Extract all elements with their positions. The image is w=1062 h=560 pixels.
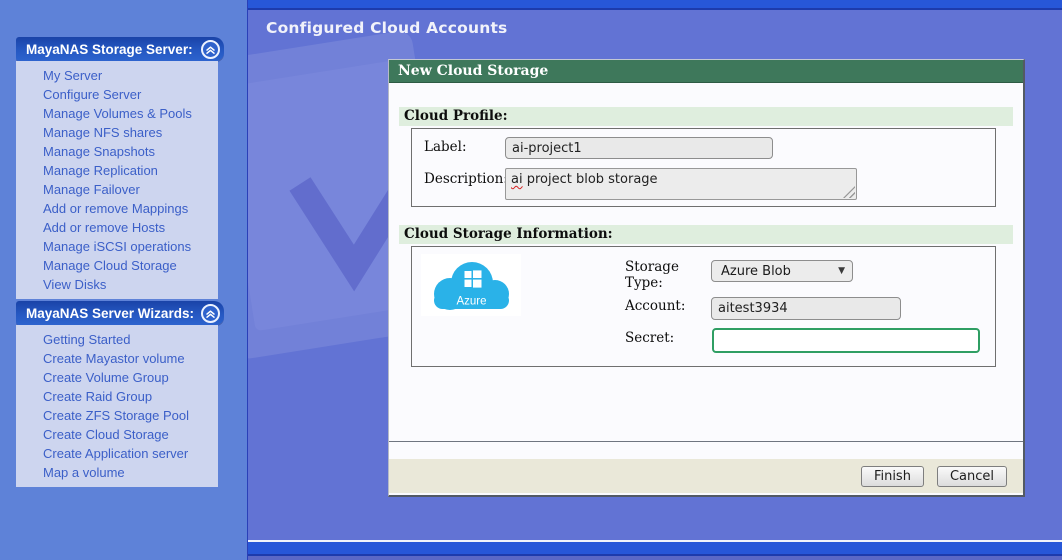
sidebar-item[interactable]: Manage Failover: [43, 180, 218, 199]
storage-type-selected-value: Azure Blob: [721, 264, 791, 279]
chevron-double-up-icon: [205, 44, 216, 55]
cancel-button[interactable]: Cancel: [937, 466, 1007, 487]
section-heading-cloud-profile: Cloud Profile:: [399, 107, 1013, 126]
secret-input[interactable]: [712, 328, 980, 353]
sidebar-item[interactable]: Manage Volumes & Pools: [43, 104, 218, 123]
sidebar-section-storage-server: MayaNAS Storage Server: My Server Config…: [16, 37, 224, 299]
dropdown-arrow-icon: ▼: [838, 266, 845, 276]
section-heading-cloud-storage-info: Cloud Storage Information:: [399, 225, 1013, 244]
azure-logo-text: Azure: [456, 296, 486, 308]
account-input[interactable]: [711, 297, 901, 320]
page-title: Configured Cloud Accounts: [266, 19, 1062, 37]
sidebar: MayaNAS Storage Server: My Server Config…: [16, 37, 224, 489]
finish-button[interactable]: Finish: [861, 466, 924, 487]
sidebar-section-header: MayaNAS Server Wizards:: [16, 301, 224, 325]
account-label: Account:: [625, 298, 685, 314]
sidebar-item[interactable]: Manage NFS shares: [43, 123, 218, 142]
storage-type-select[interactable]: Azure Blob ▼: [711, 260, 853, 282]
sidebar-item[interactable]: Manage Replication: [43, 161, 218, 180]
sidebar-item[interactable]: Create Cloud Storage: [43, 425, 218, 444]
description-field-label: Description:: [424, 171, 508, 187]
description-text-flagged: ai: [511, 172, 523, 187]
sidebar-item[interactable]: Create Application server: [43, 444, 218, 463]
sidebar-item[interactable]: Create Volume Group: [43, 368, 218, 387]
sidebar-menu: Getting Started Create Mayastor volume C…: [16, 325, 218, 487]
sidebar-section-title: MayaNAS Storage Server:: [26, 42, 193, 57]
sidebar-menu: My Server Configure Server Manage Volume…: [16, 61, 218, 299]
sidebar-item[interactable]: Create Mayastor volume: [43, 349, 218, 368]
sidebar-item[interactable]: Manage iSCSI operations: [43, 237, 218, 256]
sidebar-item[interactable]: Manage Cloud Storage: [43, 256, 218, 275]
storage-type-label: Storage Type:: [625, 259, 711, 291]
bottom-accent-bars: [248, 540, 1062, 560]
sidebar-item[interactable]: Manage Snapshots: [43, 142, 218, 161]
sidebar-section-wizards: MayaNAS Server Wizards: Getting Started …: [16, 301, 224, 487]
dialog-title: New Cloud Storage: [389, 60, 1023, 83]
new-cloud-storage-dialog: New Cloud Storage Cloud Profile: Label: …: [388, 59, 1025, 497]
sidebar-item[interactable]: My Server: [43, 66, 218, 85]
sidebar-item[interactable]: Create Raid Group: [43, 387, 218, 406]
top-accent-bar: [248, 0, 1062, 10]
dialog-footer-separator: [389, 441, 1023, 442]
sidebar-item[interactable]: Create ZFS Storage Pool: [43, 406, 218, 425]
textarea-resize-handle[interactable]: [843, 186, 855, 198]
description-textarea[interactable]: ai project blob storage: [505, 168, 857, 200]
chevron-double-up-icon: [205, 308, 216, 319]
cloud-storage-info-fieldset: Azure Storage Type: Azure Blob ▼ Account…: [411, 246, 996, 367]
label-field-label: Label:: [424, 139, 467, 155]
secret-label: Secret:: [625, 330, 674, 346]
sidebar-item[interactable]: Configure Server: [43, 85, 218, 104]
collapse-section-button[interactable]: [201, 304, 220, 323]
cloud-profile-fieldset: Label: Description: ai project blob stor…: [411, 128, 996, 207]
sidebar-item[interactable]: Add or remove Hosts: [43, 218, 218, 237]
label-input[interactable]: [505, 137, 773, 159]
dialog-footer: Finish Cancel: [389, 459, 1023, 493]
azure-cloud-logo: Azure: [421, 254, 521, 316]
sidebar-item[interactable]: View Disks: [43, 275, 218, 294]
description-text: project blob storage: [523, 172, 658, 187]
sidebar-section-title: MayaNAS Server Wizards:: [26, 306, 194, 321]
sidebar-section-header: MayaNAS Storage Server:: [16, 37, 224, 61]
main-content-area: Configured Cloud Accounts New Cloud Stor…: [247, 0, 1062, 560]
sidebar-item[interactable]: Add or remove Mappings: [43, 199, 218, 218]
sidebar-item[interactable]: Getting Started: [43, 330, 218, 349]
sidebar-item[interactable]: Map a volume: [43, 463, 218, 482]
collapse-section-button[interactable]: [201, 40, 220, 59]
